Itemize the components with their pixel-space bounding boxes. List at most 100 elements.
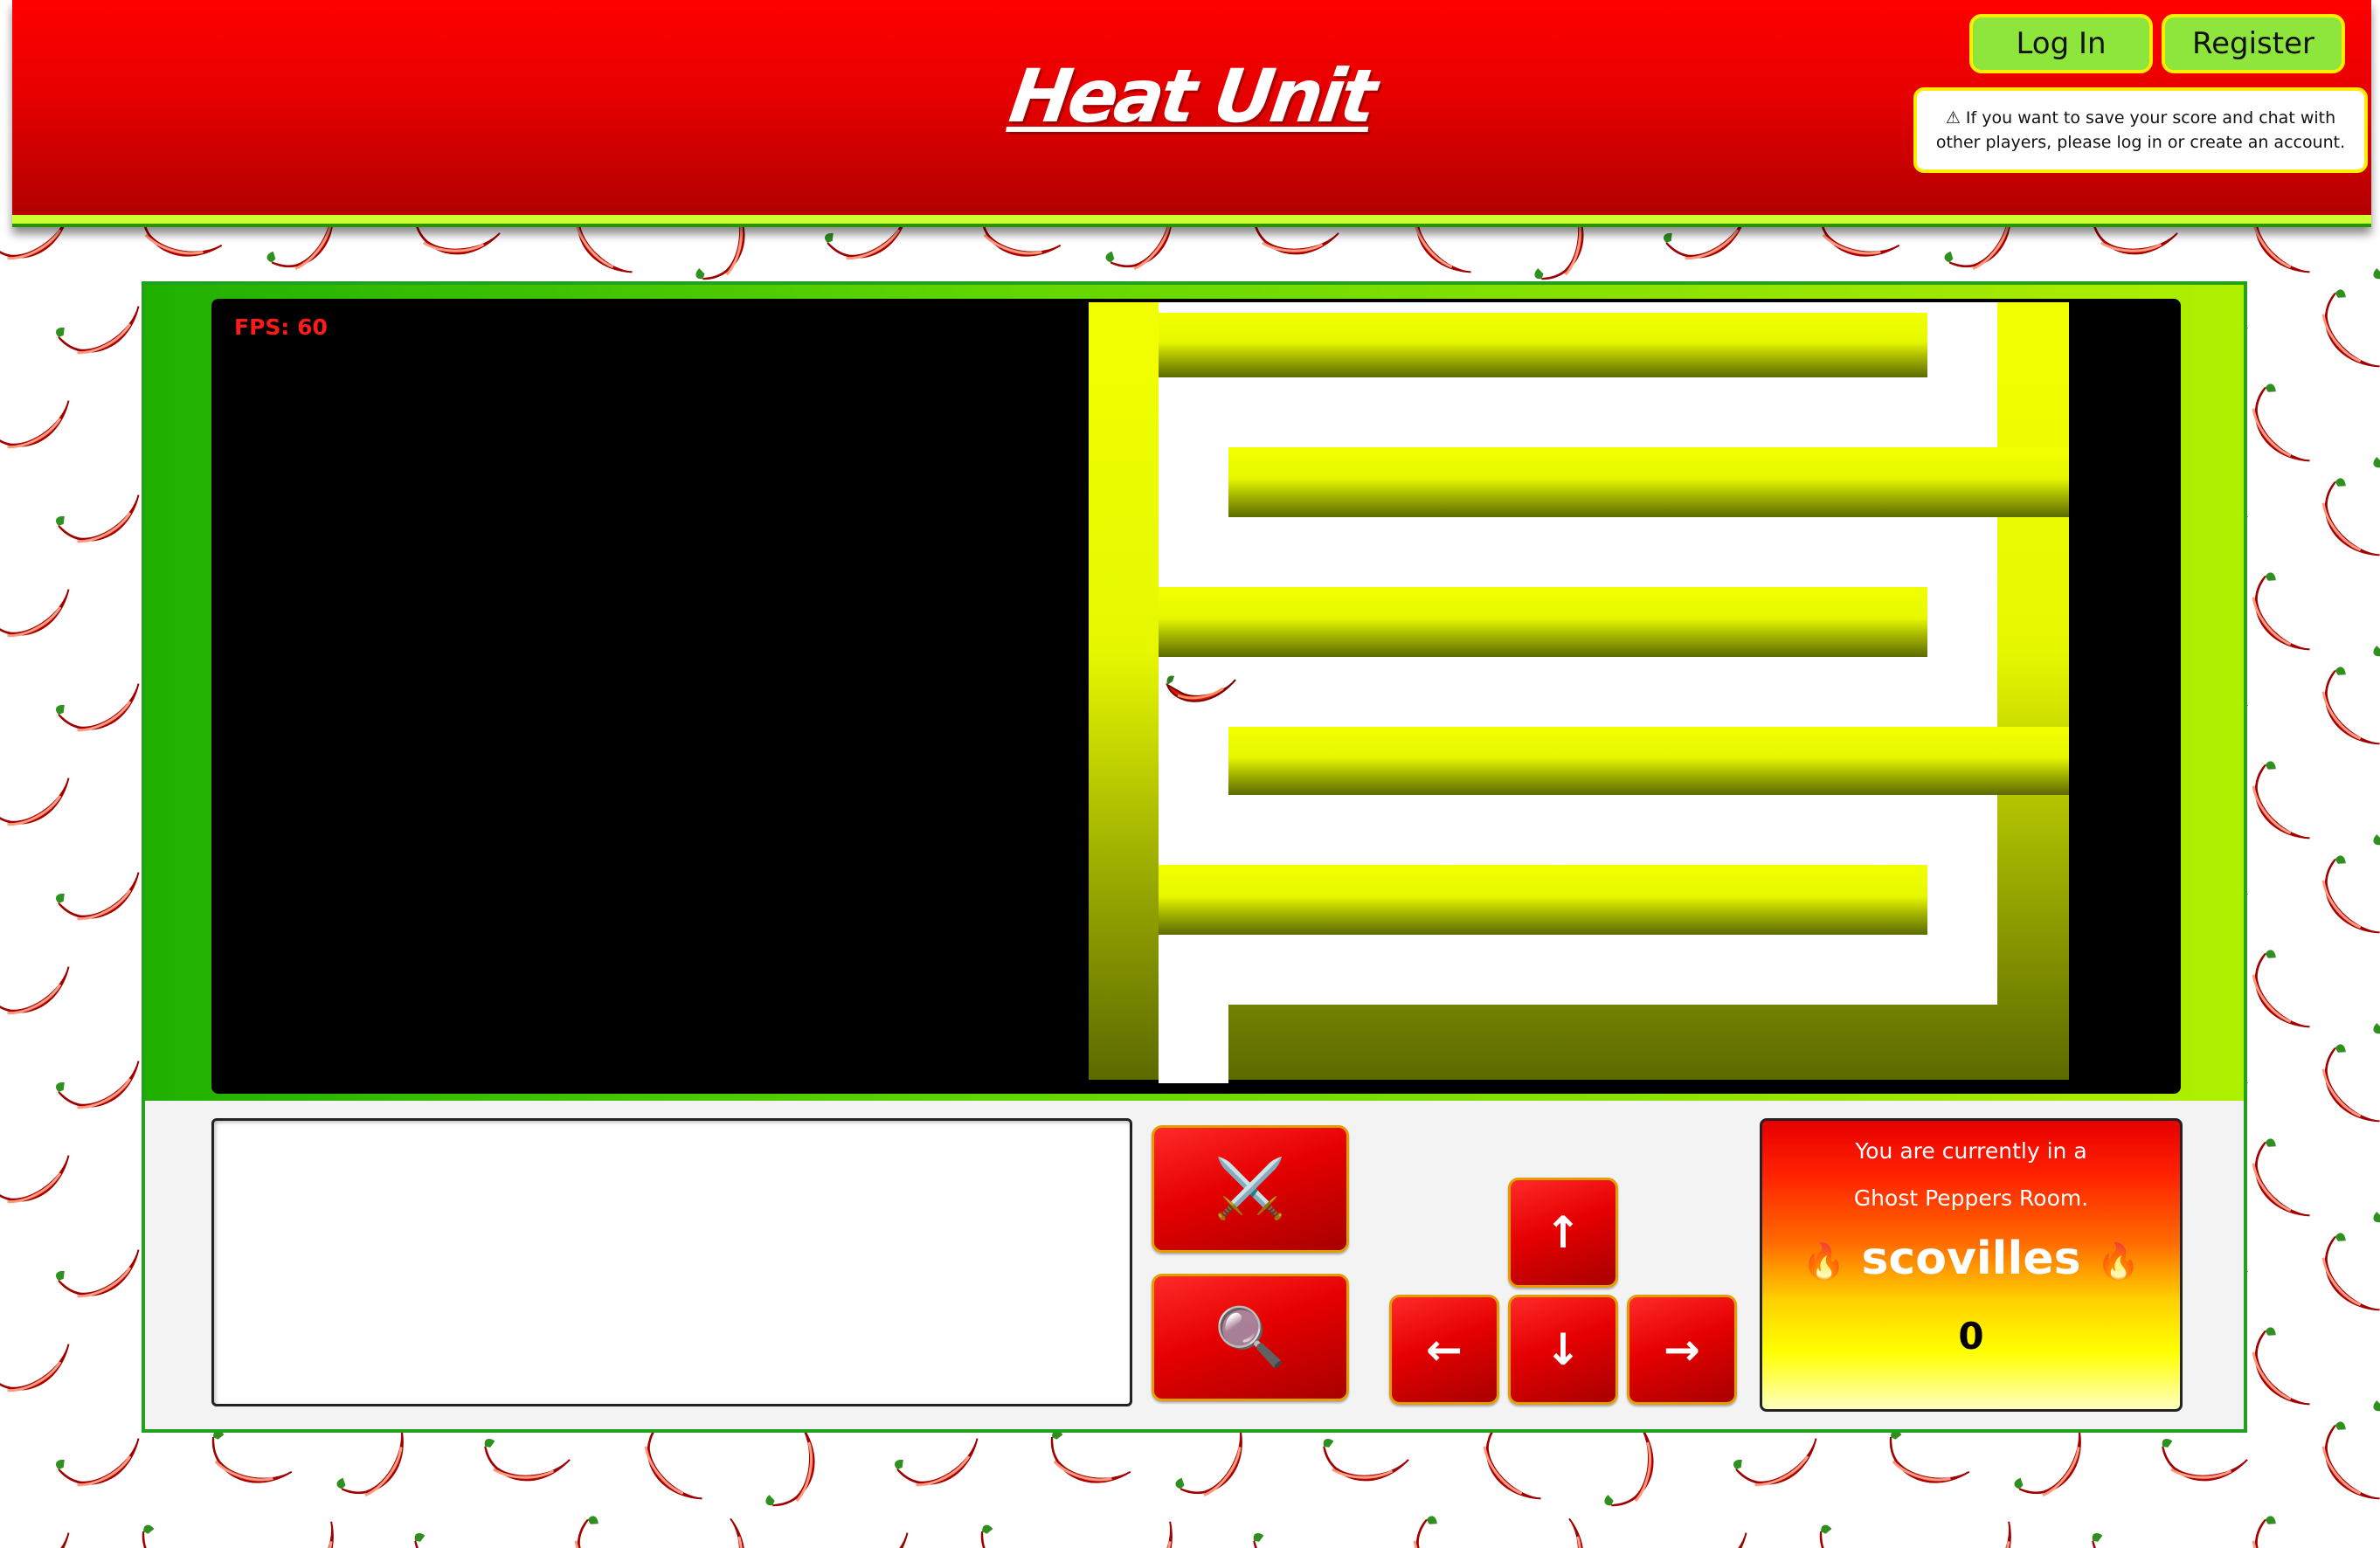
corridor bbox=[1159, 795, 1997, 865]
wallpaper-pepper bbox=[1315, 1438, 1411, 1497]
wallpaper-pepper bbox=[756, 1423, 852, 1507]
wallpaper-pepper bbox=[406, 1532, 502, 1548]
wallpaper-pepper bbox=[0, 777, 83, 837]
game-canvas[interactable]: FPS: 60 bbox=[211, 299, 2181, 1094]
wallpaper-pepper bbox=[0, 1344, 83, 1403]
wallpaper-pepper bbox=[1385, 1516, 1481, 1548]
magnifier-icon: 🔍 bbox=[1214, 1303, 1287, 1371]
wall-strip bbox=[1159, 313, 1927, 377]
wallpaper-pepper bbox=[2294, 1044, 2380, 1123]
attack-button[interactable]: ⚔️ bbox=[1152, 1125, 1349, 1253]
maze-corridors bbox=[1159, 302, 1997, 1083]
crossed-swords-icon: ⚔️ bbox=[1214, 1155, 1287, 1222]
wallpaper-pepper bbox=[197, 1430, 293, 1497]
wallpaper-pepper bbox=[2363, 596, 2380, 657]
site-header: Heat Unit Log In Register ⚠ If you want … bbox=[12, 0, 2371, 227]
wallpaper-pepper bbox=[2294, 667, 2380, 745]
wallpaper-pepper bbox=[2294, 855, 2380, 934]
arrow-right-icon: → bbox=[1664, 1324, 1700, 1375]
wall-strip bbox=[1228, 447, 2069, 517]
room-status-line1: You are currently in a bbox=[1855, 1138, 2087, 1164]
arrow-left-icon: ← bbox=[1426, 1324, 1463, 1375]
wallpaper-pepper bbox=[2363, 784, 2380, 846]
corridor bbox=[1159, 302, 1997, 313]
move-left-button[interactable]: ← bbox=[1389, 1295, 1499, 1405]
wallpaper-pepper bbox=[1804, 1524, 1900, 1548]
corridor bbox=[1159, 657, 1997, 727]
wallpaper-pepper bbox=[1455, 1421, 1551, 1500]
wallpaper-pepper bbox=[0, 589, 83, 648]
wallpaper-pepper bbox=[2014, 1427, 2110, 1497]
corridor bbox=[1159, 517, 1997, 587]
wallpaper-pepper bbox=[2294, 289, 2380, 368]
wallpaper-pepper bbox=[2154, 1438, 2250, 1497]
arrow-up-icon: ↑ bbox=[1545, 1207, 1581, 1258]
wallpaper-pepper bbox=[0, 1155, 83, 1214]
arrow-down-icon: ↓ bbox=[1545, 1324, 1581, 1375]
scovilles-units: scovilles bbox=[1861, 1233, 2081, 1285]
wallpaper-pepper bbox=[2294, 1421, 2380, 1500]
wallpaper-pepper bbox=[1595, 1423, 1691, 1507]
wallpaper-pepper bbox=[1245, 1532, 1341, 1548]
move-up-button[interactable]: ↑ bbox=[1508, 1178, 1618, 1288]
wallpaper-pepper bbox=[2084, 1532, 2180, 1548]
wallpaper-pepper bbox=[2363, 973, 2380, 1034]
header-divider bbox=[12, 224, 2371, 227]
wallpaper-pepper bbox=[56, 1249, 153, 1309]
wallpaper-pepper bbox=[1035, 1430, 1131, 1497]
wall-strip bbox=[1228, 727, 2069, 795]
scovilles-score: 0 bbox=[1958, 1315, 1984, 1358]
wallpaper-pepper bbox=[56, 683, 153, 743]
wallpaper-pepper bbox=[127, 1524, 223, 1548]
wallpaper-pepper bbox=[686, 1517, 782, 1548]
corridor bbox=[1159, 377, 1997, 447]
wallpaper-pepper bbox=[476, 1438, 572, 1497]
wallpaper-pepper bbox=[0, 1532, 83, 1548]
wallpaper-pepper bbox=[0, 966, 83, 1026]
move-down-button[interactable]: ↓ bbox=[1508, 1295, 1618, 1405]
wallpaper-pepper bbox=[826, 1532, 922, 1548]
wallpaper-pepper bbox=[2363, 1351, 2380, 1412]
wallpaper-pepper bbox=[2363, 1539, 2380, 1548]
wallpaper-pepper bbox=[546, 1516, 642, 1548]
login-notice: ⚠ If you want to save your score and cha… bbox=[1913, 87, 2368, 173]
move-right-button[interactable]: → bbox=[1627, 1295, 1737, 1405]
scovilles-label: 🔥 scovilles 🔥 bbox=[1762, 1233, 2180, 1285]
wallpaper-pepper bbox=[895, 1438, 992, 1497]
fps-counter: FPS: 60 bbox=[234, 314, 328, 340]
flame-icon: 🔥 bbox=[1802, 1241, 1846, 1282]
register-button[interactable]: Register bbox=[2162, 14, 2345, 73]
flame-icon: 🔥 bbox=[2096, 1241, 2141, 1282]
room-status-card: You are currently in a Ghost Peppers Roo… bbox=[1760, 1118, 2183, 1412]
wallpaper-pepper bbox=[56, 1438, 153, 1497]
wallpaper-pepper bbox=[1664, 1532, 1761, 1548]
wallpaper-pepper bbox=[616, 1421, 712, 1500]
login-button[interactable]: Log In bbox=[1969, 14, 2153, 73]
wallpaper-pepper bbox=[266, 1521, 363, 1548]
wallpaper-pepper bbox=[1733, 1438, 1830, 1497]
wallpaper-pepper bbox=[56, 494, 153, 554]
wall-strip bbox=[1159, 865, 1927, 935]
wallpaper-pepper bbox=[2294, 478, 2380, 556]
login-notice-text: ⚠ If you want to save your score and cha… bbox=[1935, 108, 2346, 152]
wallpaper-pepper bbox=[336, 1427, 432, 1497]
wallpaper-pepper bbox=[56, 872, 153, 931]
wallpaper-pepper bbox=[1944, 1521, 2040, 1548]
wallpaper-pepper bbox=[56, 1061, 153, 1120]
wallpaper-pepper bbox=[56, 306, 153, 365]
wallpaper-pepper bbox=[1105, 1521, 1201, 1548]
wallpaper-pepper bbox=[2224, 1516, 2320, 1548]
wallpaper-pepper bbox=[2363, 407, 2380, 468]
game-panel: FPS: 60 ⚔️ 🔍 ↑ ← ↓ → You are currently i… bbox=[142, 281, 2247, 1433]
maze-map bbox=[1089, 302, 2069, 1083]
wallpaper-pepper bbox=[1525, 1517, 1621, 1548]
chat-log[interactable] bbox=[211, 1118, 1132, 1406]
corridor bbox=[1159, 935, 1997, 1005]
wall-strip bbox=[1159, 587, 1927, 657]
room-name: Ghost Peppers Room. bbox=[1853, 1185, 2089, 1211]
site-logo[interactable]: Heat Unit bbox=[993, 53, 1389, 139]
wallpaper-pepper bbox=[965, 1524, 1062, 1548]
search-button[interactable]: 🔍 bbox=[1152, 1274, 1349, 1401]
wallpaper-pepper bbox=[0, 400, 83, 460]
wallpaper-pepper bbox=[2363, 1162, 2380, 1223]
